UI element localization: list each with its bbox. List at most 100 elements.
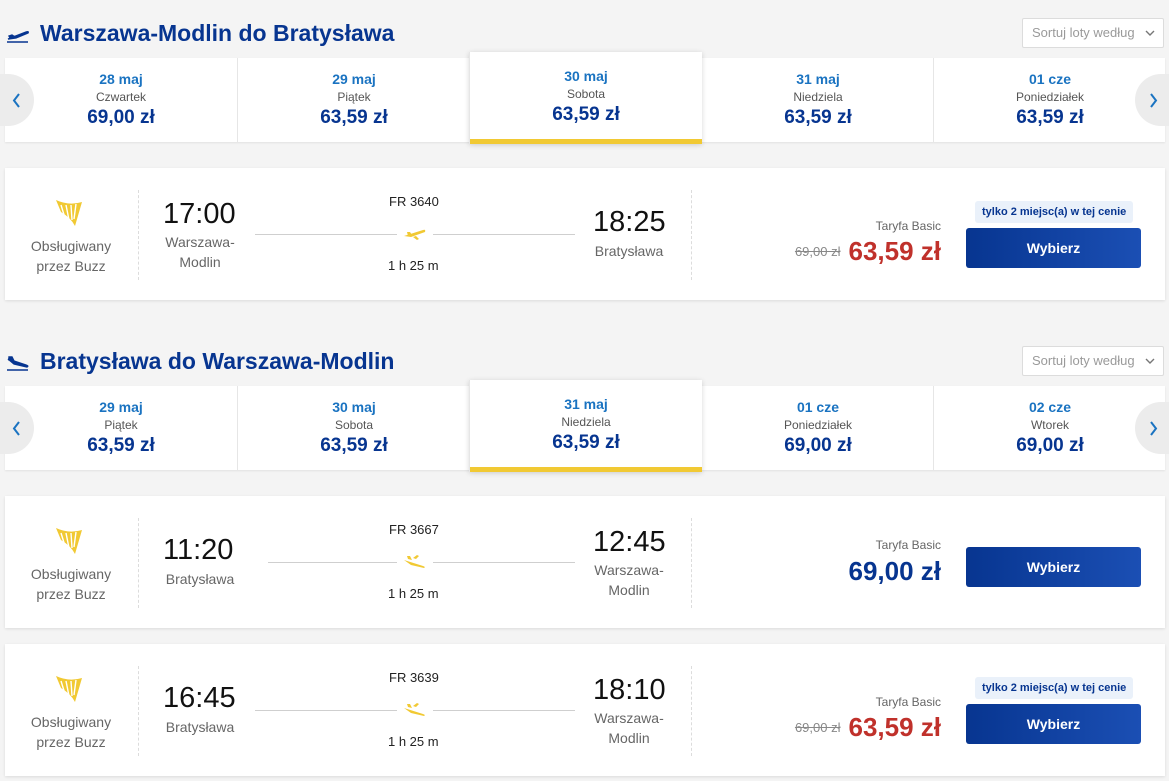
date-price: 63,59 zł bbox=[87, 435, 155, 456]
day-label: Niedziela bbox=[561, 415, 611, 429]
date-label: 31 maj bbox=[564, 396, 608, 412]
old-price: 69,00 zł bbox=[794, 244, 841, 259]
price-block: 69,00 zł bbox=[848, 556, 941, 587]
date-price: 63,59 zł bbox=[552, 104, 620, 125]
date-label: 31 maj bbox=[796, 71, 840, 87]
tariff-label: Taryfa Basic bbox=[875, 695, 941, 709]
divider bbox=[691, 518, 692, 608]
route-line bbox=[255, 710, 397, 711]
selected-indicator bbox=[470, 139, 702, 144]
date-label: 29 maj bbox=[99, 399, 143, 415]
route-line bbox=[255, 234, 397, 235]
chevron-right-icon bbox=[1150, 93, 1158, 108]
sort-label: Sortuj loty według bbox=[1032, 353, 1135, 368]
date-label: 01 cze bbox=[1028, 71, 1072, 87]
operated-by-label: Obsługiwany przez Buzz bbox=[30, 566, 112, 602]
date-label: 01 cze bbox=[796, 399, 840, 415]
return-date-selector: 29 maj Piątek 63,59 zł 30 maj Sobota 63,… bbox=[0, 380, 1169, 472]
flight-number: FR 3639 bbox=[389, 670, 439, 685]
date-price: 63,59 zł bbox=[784, 107, 852, 128]
price-block: 69,00 zł 63,59 zł bbox=[795, 236, 941, 267]
flight-duration: 1 h 25 m bbox=[388, 586, 439, 601]
price: 69,00 zł bbox=[848, 556, 941, 586]
return-title: Bratysława do Warszawa-Modlin bbox=[40, 348, 395, 374]
operated-by-label: Obsługiwany przez Buzz bbox=[30, 238, 112, 274]
date-tab-selected[interactable]: 31 maj Niedziela 63,59 zł bbox=[469, 380, 702, 472]
tariff-label: Taryfa Basic bbox=[875, 538, 941, 552]
outbound-title: Warszawa-Modlin do Bratysława bbox=[40, 20, 395, 46]
select-flight-button[interactable]: Wybierz bbox=[966, 704, 1141, 744]
plane-icon bbox=[404, 703, 425, 716]
day-label: Niedziela bbox=[793, 90, 843, 104]
date-label: 28 maj bbox=[99, 71, 143, 87]
date-tab-selected[interactable]: 30 maj Sobota 63,59 zł bbox=[469, 52, 702, 144]
price: 63,59 zł bbox=[848, 712, 941, 742]
date-tab[interactable]: 30 maj Sobota 63,59 zł bbox=[237, 386, 470, 470]
chevron-down-icon bbox=[1145, 358, 1155, 364]
plane-takeoff-icon bbox=[7, 30, 29, 43]
flight-number: FR 3667 bbox=[389, 522, 439, 537]
select-flight-button[interactable]: Wybierz bbox=[966, 547, 1141, 587]
day-label: Poniedziałek bbox=[1015, 90, 1085, 104]
date-tab[interactable]: 28 maj Czwartek 69,00 zł bbox=[5, 58, 237, 142]
tariff-label: Taryfa Basic bbox=[875, 219, 941, 233]
date-tab[interactable]: 29 maj Piątek 63,59 zł bbox=[237, 58, 470, 142]
arrival-city: Warszawa-Modlin bbox=[594, 562, 664, 598]
flight-card: Obsługiwany przez Buzz 17:00 Warszawa-Mo… bbox=[5, 168, 1165, 300]
divider bbox=[691, 190, 692, 280]
plane-icon bbox=[404, 229, 426, 240]
departure-city: Bratysława bbox=[165, 719, 235, 735]
flight-card: Obsługiwany przez Buzz 11:20 Bratysława … bbox=[5, 496, 1165, 628]
arrival-time: 18:25 bbox=[593, 206, 666, 238]
plane-icon bbox=[404, 555, 425, 568]
arrival-time: 18:10 bbox=[593, 674, 666, 706]
return-sort-dropdown[interactable]: Sortuj loty według bbox=[1022, 346, 1164, 376]
arrival-city: Bratysława bbox=[594, 243, 664, 259]
flight-duration: 1 h 25 m bbox=[388, 734, 439, 749]
date-price: 69,00 zł bbox=[1016, 435, 1084, 456]
departure-time: 17:00 bbox=[163, 198, 236, 230]
divider bbox=[138, 518, 139, 608]
arrival-time: 12:45 bbox=[593, 526, 666, 558]
date-label: 02 cze bbox=[1028, 399, 1072, 415]
ryanair-harp-logo bbox=[56, 676, 82, 702]
flight-card: Obsługiwany przez Buzz 16:45 Bratysława … bbox=[5, 644, 1165, 776]
departure-city: Bratysława bbox=[165, 571, 235, 587]
flight-duration: 1 h 25 m bbox=[388, 258, 439, 273]
ryanair-harp-logo bbox=[56, 200, 82, 226]
day-label: Sobota bbox=[566, 87, 606, 101]
date-price: 69,00 zł bbox=[784, 435, 852, 456]
divider bbox=[138, 190, 139, 280]
day-label: Piątek bbox=[337, 90, 371, 104]
route-line bbox=[433, 234, 575, 235]
date-label: 30 maj bbox=[332, 399, 376, 415]
divider bbox=[138, 666, 139, 756]
date-label: 30 maj bbox=[564, 68, 608, 84]
date-price: 69,00 zł bbox=[87, 107, 155, 128]
departure-time: 11:20 bbox=[163, 534, 234, 566]
route-line bbox=[268, 562, 397, 563]
date-tab[interactable]: 01 cze Poniedziałek 69,00 zł bbox=[701, 386, 934, 470]
date-tab[interactable]: 01 cze Poniedziałek 63,59 zł bbox=[933, 58, 1166, 142]
divider bbox=[691, 666, 692, 756]
date-price: 63,59 zł bbox=[552, 432, 620, 453]
day-label: Czwartek bbox=[95, 90, 146, 104]
old-price: 69,00 zł bbox=[794, 720, 841, 735]
date-tab[interactable]: 31 maj Niedziela 63,59 zł bbox=[701, 58, 934, 142]
date-price: 63,59 zł bbox=[320, 435, 388, 456]
arrival-city: Warszawa-Modlin bbox=[594, 710, 664, 746]
chevron-right-icon bbox=[1150, 421, 1158, 436]
operated-by-label: Obsługiwany przez Buzz bbox=[30, 714, 112, 750]
departure-city: Warszawa-Modlin bbox=[165, 234, 235, 270]
selected-indicator bbox=[470, 467, 702, 472]
outbound-sort-dropdown[interactable]: Sortuj loty według bbox=[1022, 18, 1164, 48]
select-flight-button[interactable]: Wybierz bbox=[966, 228, 1141, 268]
sort-label: Sortuj loty według bbox=[1032, 25, 1135, 40]
date-label: 29 maj bbox=[332, 71, 376, 87]
date-tab[interactable]: 29 maj Piątek 63,59 zł bbox=[5, 386, 237, 470]
date-tab[interactable]: 02 cze Wtorek 69,00 zł bbox=[933, 386, 1166, 470]
price: 63,59 zł bbox=[848, 236, 941, 266]
chevron-down-icon bbox=[1145, 30, 1155, 36]
flight-number: FR 3640 bbox=[389, 194, 439, 209]
price-block: 69,00 zł 63,59 zł bbox=[795, 712, 941, 743]
